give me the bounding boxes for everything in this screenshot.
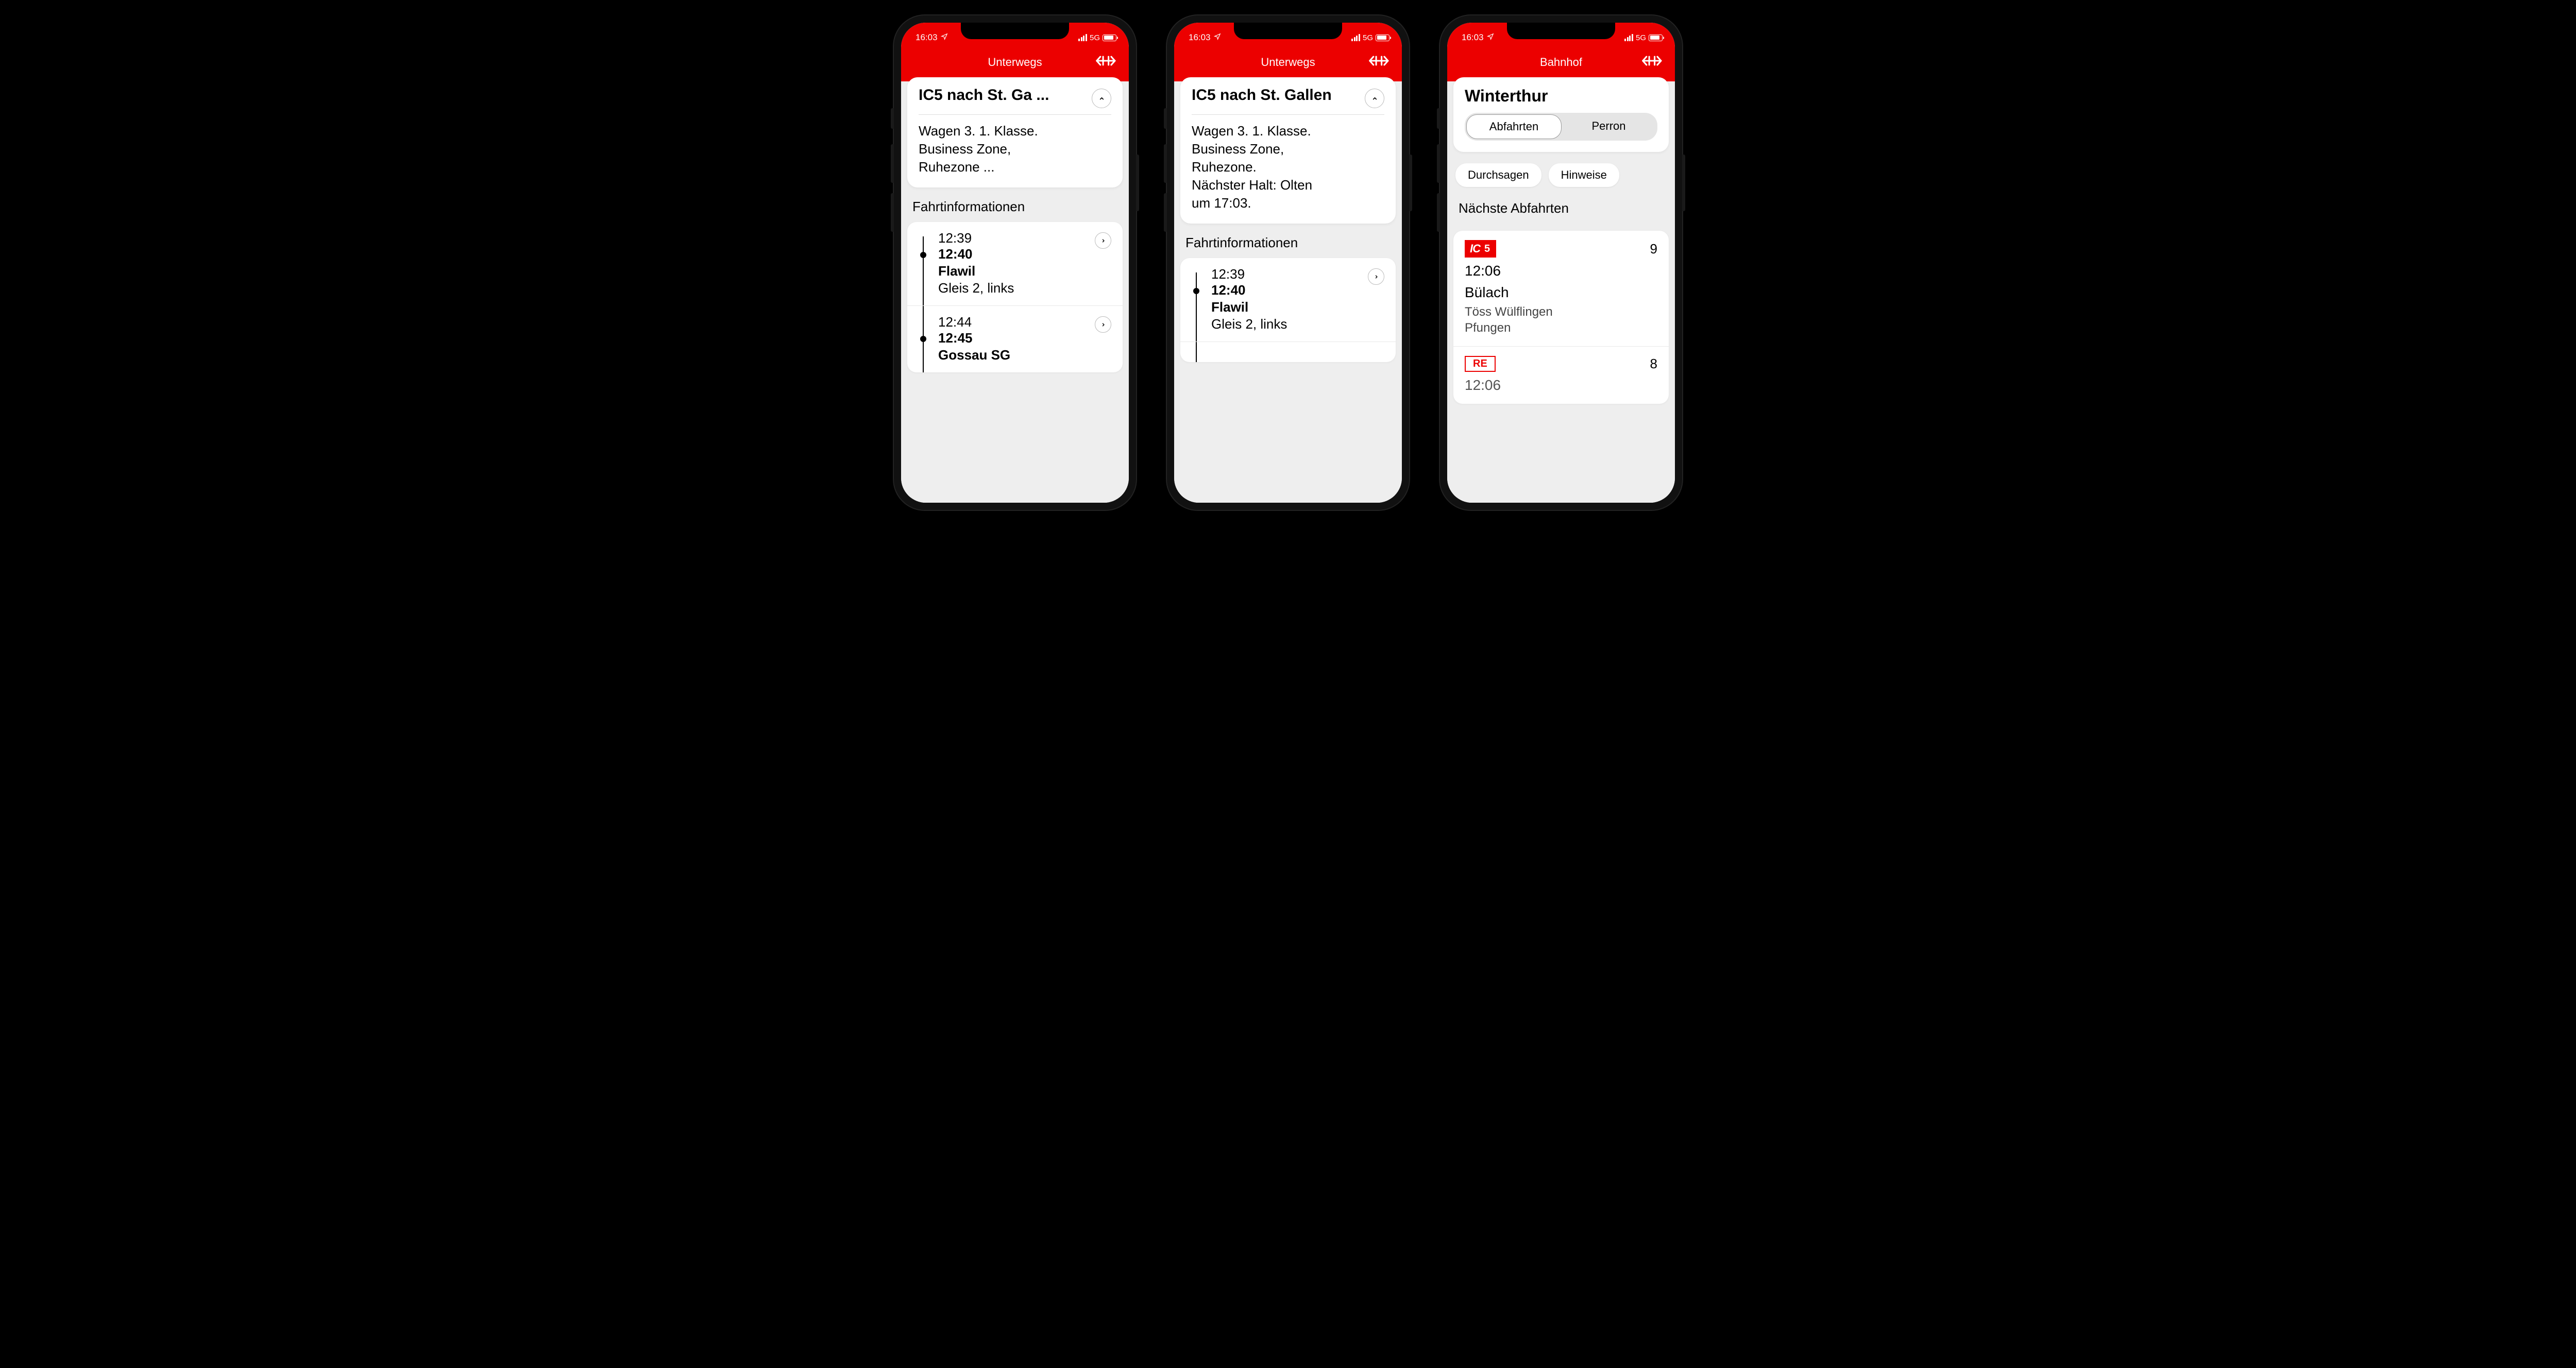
journey-title: IC5 nach St. Ga ... — [919, 87, 1086, 105]
departures-list: IC 5 9 12:06 Bülach Töss Wülflingen Pfun… — [1453, 231, 1669, 404]
location-arrow-icon — [1487, 32, 1494, 43]
section-title: Fahrtinformationen — [1180, 224, 1396, 258]
segment-control: Abfahrten Perron — [1465, 113, 1657, 141]
signal-icon — [1351, 34, 1360, 41]
platform-number: 9 — [1650, 241, 1657, 257]
header-bar: Unterwegs — [1174, 48, 1402, 76]
journey-title: IC5 nach St. Gallen — [1192, 87, 1359, 105]
stop-row[interactable]: 12:39 12:40 Flawil Gleis 2, links — [907, 222, 1123, 305]
network-type: 5G — [1363, 33, 1373, 42]
battery-icon — [1649, 35, 1663, 41]
stop-row[interactable] — [1180, 341, 1396, 362]
header-bar: Unterwegs — [901, 48, 1129, 76]
status-time: 16:03 — [916, 32, 938, 43]
signal-icon — [1078, 34, 1087, 41]
stop-departure: 12:40 — [1211, 282, 1384, 298]
network-type: 5G — [1636, 33, 1646, 42]
stops-list: 12:39 12:40 Flawil Gleis 2, links 12:44 … — [907, 222, 1123, 372]
stop-track: Gleis 2, links — [1211, 316, 1384, 332]
notch — [1507, 23, 1615, 39]
stop-name: Flawil — [1211, 299, 1384, 315]
stop-track: Gleis 2, links — [938, 280, 1111, 296]
collapse-button[interactable] — [1365, 89, 1384, 108]
location-arrow-icon — [941, 32, 948, 43]
network-type: 5G — [1090, 33, 1100, 42]
phone-1: 16:03 5G Unterwegs IC5 nach St. Ga ... — [894, 15, 1136, 510]
notch — [1234, 23, 1342, 39]
re-badge: RE — [1465, 356, 1496, 372]
stop-name: Flawil — [938, 263, 1111, 279]
sbb-logo-icon — [1096, 55, 1118, 70]
departure-stops: Töss Wülflingen Pfungen — [1465, 304, 1657, 336]
departure-row[interactable]: IC 5 9 12:06 Bülach Töss Wülflingen Pfun… — [1453, 231, 1669, 346]
departure-destination: Bülach — [1465, 284, 1657, 301]
stops-list: 12:39 12:40 Flawil Gleis 2, links — [1180, 258, 1396, 362]
header-title: Bahnhof — [1540, 56, 1582, 69]
phone-2: 16:03 5G Unterwegs IC5 nach St. Gallen — [1167, 15, 1409, 510]
tab-perron[interactable]: Perron — [1562, 114, 1656, 139]
journey-card[interactable]: IC5 nach St. Gallen Wagen 3. 1. Klasse. … — [1180, 77, 1396, 224]
tab-abfahrten[interactable]: Abfahrten — [1466, 114, 1562, 139]
section-title: Fahrtinformationen — [907, 187, 1123, 222]
stop-departure: 12:40 — [938, 246, 1111, 262]
notch — [961, 23, 1069, 39]
stop-arrival: 12:39 — [1211, 266, 1384, 282]
stop-row[interactable]: 12:44 12:45 Gossau SG — [907, 305, 1123, 372]
platform-number: 8 — [1650, 356, 1657, 372]
pill-hinweise[interactable]: Hinweise — [1549, 163, 1619, 187]
station-card: Winterthur Abfahrten Perron — [1453, 77, 1669, 152]
location-arrow-icon — [1214, 32, 1221, 43]
departure-row[interactable]: RE 8 12:06 — [1453, 346, 1669, 404]
battery-icon — [1103, 35, 1116, 41]
station-name: Winterthur — [1465, 87, 1657, 106]
stop-row[interactable]: 12:39 12:40 Flawil Gleis 2, links — [1180, 258, 1396, 341]
sbb-logo-icon — [1369, 55, 1392, 70]
header-bar: Bahnhof — [1447, 48, 1675, 76]
stop-arrival: 12:44 — [938, 314, 1111, 330]
departure-time: 12:06 — [1465, 263, 1657, 279]
ic-badge: IC 5 — [1465, 240, 1496, 258]
badge-number: 5 — [1484, 243, 1490, 255]
header-title: Unterwegs — [1261, 56, 1315, 69]
sbb-logo-icon — [1642, 55, 1665, 70]
header-title: Unterwegs — [988, 56, 1042, 69]
stop-arrival: 12:39 — [938, 230, 1111, 246]
stop-name: Gossau SG — [938, 347, 1111, 363]
stop-departure: 12:45 — [938, 330, 1111, 346]
signal-icon — [1624, 34, 1633, 41]
status-time: 16:03 — [1462, 32, 1484, 43]
journey-details: Wagen 3. 1. Klasse. Business Zone, Ruhez… — [1192, 122, 1384, 212]
journey-details: Wagen 3. 1. Klasse. Business Zone, Ruhez… — [919, 122, 1111, 176]
badge-type: IC — [1470, 242, 1480, 255]
status-time: 16:03 — [1189, 32, 1211, 43]
phone-3: 16:03 5G Bahnhof Winterthur Abfahr — [1440, 15, 1682, 510]
pill-durchsagen[interactable]: Durchsagen — [1455, 163, 1541, 187]
section-title: Nächste Abfahrten — [1453, 187, 1669, 224]
collapse-button[interactable] — [1092, 89, 1111, 108]
battery-icon — [1376, 35, 1389, 41]
journey-card[interactable]: IC5 nach St. Ga ... Wagen 3. 1. Klasse. … — [907, 77, 1123, 187]
departure-time: 12:06 — [1465, 377, 1657, 394]
